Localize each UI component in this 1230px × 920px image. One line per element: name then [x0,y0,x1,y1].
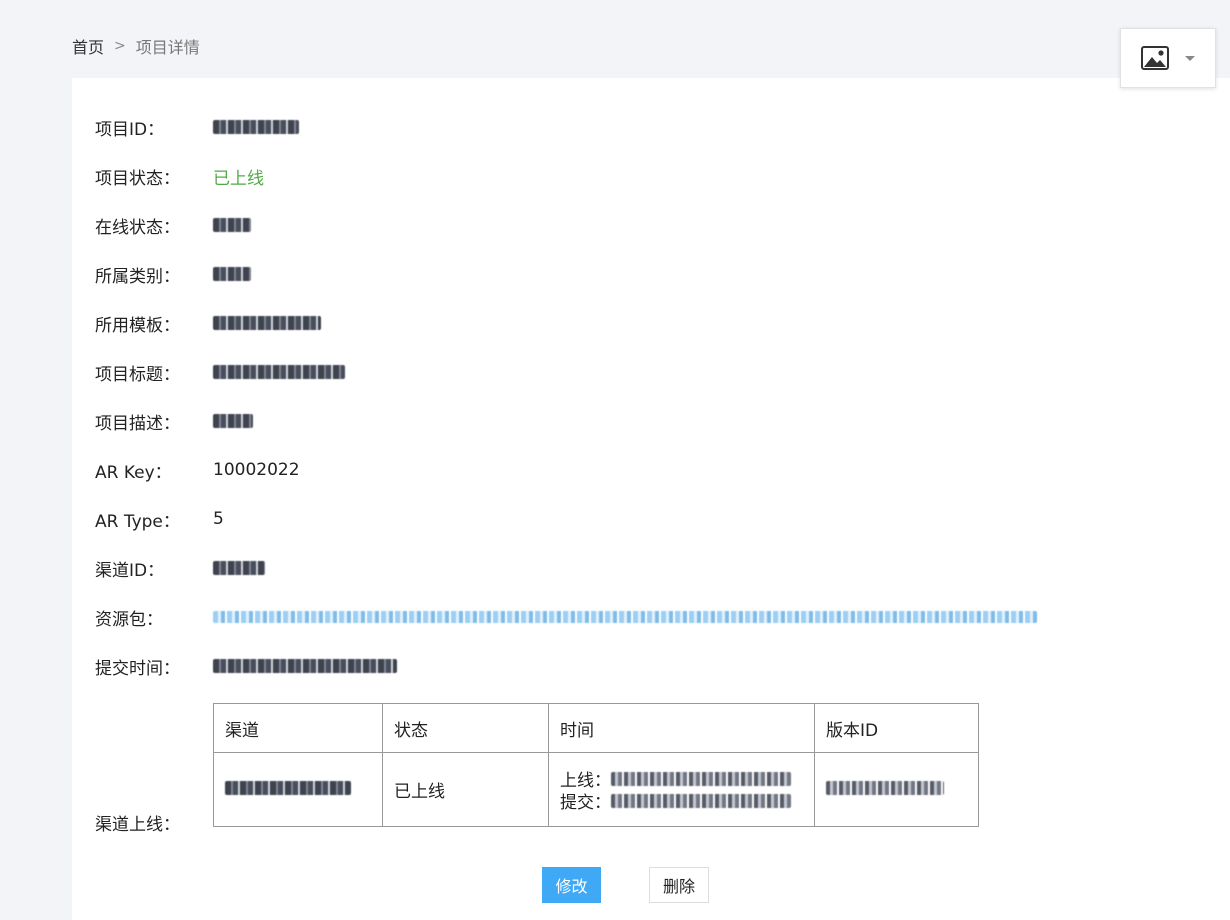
field-submit-time: 提交时间： [95,654,397,679]
online-time: 上线： [560,768,803,791]
table-header-row: 渠道 状态 时间 版本ID [213,703,979,753]
column-header-channel: 渠道 [213,703,383,753]
version-id-cell [814,752,979,827]
field-template: 所用模板： [95,311,321,336]
field-project-description: 项目描述： [95,409,253,434]
redacted-value [213,267,251,281]
submit-prefix: 提交： [560,793,611,813]
field-channel-id: 渠道ID： [95,556,265,581]
breadcrumb-separator: > [114,38,126,54]
edit-button[interactable]: 修改 [542,867,601,903]
redacted-value [213,120,299,134]
field-label: AR Key： [95,462,172,483]
submit-time: 提交： [560,790,803,813]
channel-cell [213,752,383,827]
caret-down-icon [1185,55,1195,61]
status-cell: 已上线 [382,752,549,827]
field-label: 渠道ID： [95,560,165,581]
breadcrumb: 首页 > 项目详情 [72,34,200,58]
field-label: 项目标题： [95,364,180,385]
column-header-version-id: 版本ID [814,703,979,753]
redacted-value [826,780,944,795]
redacted-value [611,793,791,808]
field-label: 项目ID： [95,119,165,140]
field-project-status: 项目状态： 已上线 [95,164,264,189]
time-cell: 上线： 提交： [548,752,815,827]
redacted-value [213,365,345,379]
resource-package-link[interactable] [213,611,1037,623]
image-dropdown[interactable] [1120,28,1216,88]
column-header-status: 状态 [382,703,549,753]
field-label: 所用模板： [95,315,180,336]
channel-table: 渠道 状态 时间 版本ID 已上线 上线： 提交： [213,703,979,827]
redacted-value [225,780,351,795]
field-label: 所属类别： [95,266,180,287]
field-project-id: 项目ID： [95,115,299,140]
field-ar-key: AR Key： 10002022 [95,458,300,483]
ar-key-value: 10002022 [213,460,300,480]
field-label: 项目描述： [95,413,180,434]
field-ar-type: AR Type： 5 [95,507,224,532]
field-label: 提交时间： [95,658,180,679]
delete-button[interactable]: 删除 [649,867,709,903]
field-label: 资源包： [95,609,163,630]
redacted-value [213,414,253,428]
redacted-value [213,561,265,575]
field-project-title: 项目标题： [95,360,345,385]
column-header-time: 时间 [548,703,815,753]
breadcrumb-home[interactable]: 首页 [72,34,104,58]
field-resource-package: 资源包： [95,605,1037,630]
project-status-value: 已上线 [213,168,264,189]
field-label: 项目状态： [95,168,180,189]
redacted-value [213,659,397,673]
field-label: 在线状态： [95,217,180,238]
ar-type-value: 5 [213,509,224,529]
redacted-value [611,771,791,786]
channel-online-label: 渠道上线： [95,815,180,835]
breadcrumb-current: 项目详情 [135,38,200,57]
redacted-value [213,316,321,330]
field-label: AR Type： [95,511,180,532]
field-category: 所属类别： [95,262,251,287]
table-row: 已上线 上线： 提交： [213,752,979,827]
image-icon [1141,46,1169,70]
field-online-status: 在线状态： [95,213,251,238]
redacted-value [213,218,251,232]
